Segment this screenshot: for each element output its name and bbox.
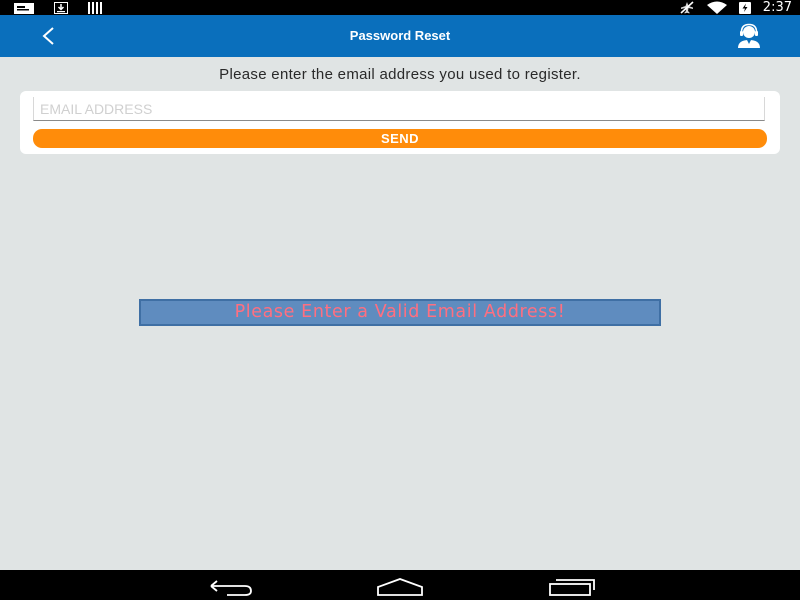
clock: 2:37	[762, 0, 792, 15]
status-bar: 2:37	[0, 0, 800, 15]
home-nav-button[interactable]	[374, 575, 426, 597]
back-nav-button[interactable]	[203, 575, 255, 597]
battery-charging-icon	[738, 2, 751, 14]
instruction-text: Please enter the email address you used …	[219, 66, 581, 83]
reset-form-card: SEND	[20, 91, 780, 154]
email-field[interactable]	[33, 97, 765, 121]
back-nav-icon	[210, 580, 252, 596]
app-bar: Password Reset	[0, 15, 800, 57]
customer-support-button[interactable]	[736, 23, 762, 49]
send-button[interactable]: SEND	[33, 129, 767, 148]
customer-support-icon	[738, 23, 760, 48]
airplane-mode-icon	[680, 1, 694, 14]
recent-apps-icon	[549, 579, 595, 596]
barcode-icon	[88, 2, 102, 14]
status-right-icons: 2:37	[679, 0, 792, 15]
page-title: Password Reset	[349, 28, 451, 43]
recent-apps-button[interactable]	[546, 575, 598, 597]
error-toast: Please Enter a Valid Email Address!	[139, 299, 661, 326]
navigation-bar	[0, 570, 800, 600]
home-nav-icon	[377, 578, 423, 596]
wifi-icon	[706, 1, 727, 14]
download-icon	[54, 2, 68, 14]
password-reset-screen: 2:37 Password Reset Please enter the ema…	[0, 0, 800, 600]
message-icon	[14, 2, 34, 14]
status-left-icons	[14, 2, 104, 14]
